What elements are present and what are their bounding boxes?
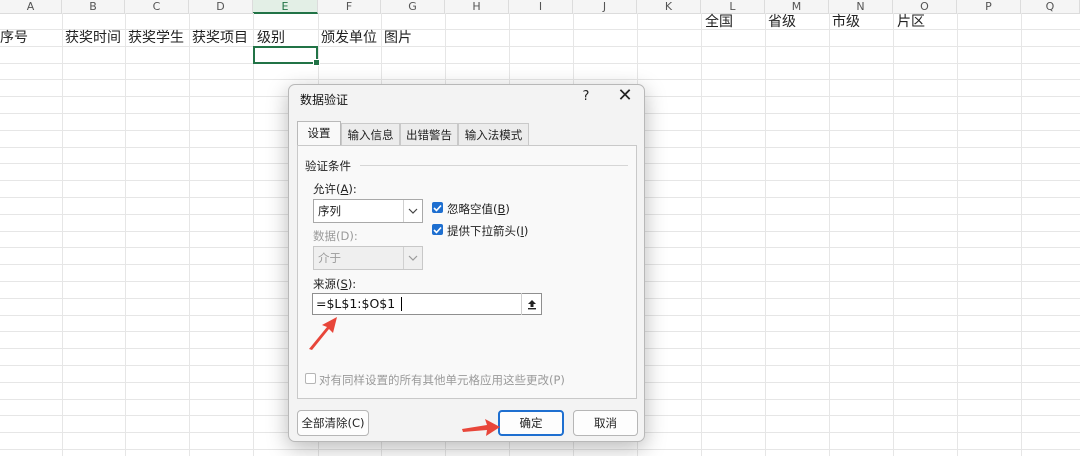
ignore-blank-label[interactable]: 忽略空值(B) [447,201,510,217]
apply-all-label: 对有同样设置的所有其他单元格应用这些更改(P) [319,373,565,387]
column-header-e[interactable]: E [253,0,318,14]
cell-m1[interactable]: 省级 [768,13,796,31]
tab-settings[interactable]: 设置 [297,121,341,145]
source-input-value: =$L$1:$O$1 [316,296,396,311]
text-caret [401,297,402,311]
data-label: 数据(D): [313,229,358,243]
settings-panel: 验证条件 允许(A): 序列 忽略空值(B) 提供下拉箭头(I) 数据(D): … [297,145,637,399]
check-icon [433,204,442,212]
ok-button[interactable]: 确定 [498,410,564,436]
in-cell-dropdown-label[interactable]: 提供下拉箭头(I) [447,223,528,239]
data-select-value: 介于 [318,251,341,265]
close-icon[interactable]: ✕ [616,85,634,106]
row-gridline [0,64,1080,81]
data-validation-dialog: 数据验证 ? ✕ 设置 输入信息 出错警告 输入法模式 验证条件 允许(A): … [288,84,645,442]
source-input[interactable]: =$L$1:$O$1 [312,293,542,315]
red-annotation-arrow [462,419,500,436]
allow-select[interactable]: 序列 [313,199,423,223]
column-header-row: A B C D E F G H I J K L M N O P Q [0,0,1080,14]
tab-ime-mode[interactable]: 输入法模式 [458,123,529,145]
cancel-button[interactable]: 取消 [573,410,638,436]
group-divider [360,165,628,166]
cell-o1[interactable]: 片区 [897,13,925,31]
source-label: 来源(S): [313,277,357,291]
help-button[interactable]: ? [579,89,593,104]
column-header-g[interactable]: G [381,0,445,13]
data-select: 介于 [313,246,423,270]
column-header-c[interactable]: C [125,0,189,13]
cell-d2[interactable]: 获奖项目 [192,29,248,47]
tab-input-message[interactable]: 输入信息 [341,123,400,145]
column-header-p[interactable]: P [957,0,1021,13]
clear-all-button[interactable]: 全部清除(C) [297,410,369,436]
ignore-blank-checkbox[interactable] [432,202,443,213]
in-cell-dropdown-checkbox[interactable] [432,224,443,235]
chevron-down-icon [403,247,422,269]
check-icon [433,226,442,234]
column-header-j[interactable]: J [573,0,637,13]
column-header-n[interactable]: N [829,0,893,13]
column-header-f[interactable]: F [318,0,381,13]
column-header-b[interactable]: B [62,0,125,13]
column-header-l[interactable]: L [701,0,765,13]
row-gridline [0,48,1080,64]
selected-cell-e3[interactable] [253,46,320,66]
red-annotation-arrow [309,317,337,350]
chevron-down-icon [403,200,422,222]
column-header-k[interactable]: K [637,0,701,13]
cell-b2[interactable]: 获奖时间 [65,29,121,47]
cell-f2[interactable]: 颁发单位 [321,29,377,47]
dialog-title: 数据验证 [300,93,349,107]
cell-n1[interactable]: 市级 [832,13,860,31]
allow-label: 允许(A): [313,182,357,196]
collapse-dialog-button[interactable] [521,293,541,315]
cell-e2[interactable]: 级别 [257,29,285,47]
column-header-d[interactable]: D [189,0,253,13]
cell-c2[interactable]: 获奖学生 [128,29,184,47]
collapse-arrow-icon [527,299,536,309]
cell-a2[interactable]: 序号 [0,29,28,47]
validation-criteria-label: 验证条件 [305,159,351,173]
apply-all-checkbox [305,373,316,384]
column-header-o[interactable]: O [893,0,957,13]
tab-error-alert[interactable]: 出错警告 [400,123,458,145]
column-header-q[interactable]: Q [1021,0,1080,13]
cell-l1[interactable]: 全国 [705,13,733,31]
column-header-a[interactable]: A [0,0,62,13]
cell-g2[interactable]: 图片 [384,29,412,47]
allow-select-value: 序列 [318,204,341,218]
column-header-h[interactable]: H [445,0,509,13]
column-header-i[interactable]: I [509,0,573,13]
column-header-m[interactable]: M [765,0,829,13]
